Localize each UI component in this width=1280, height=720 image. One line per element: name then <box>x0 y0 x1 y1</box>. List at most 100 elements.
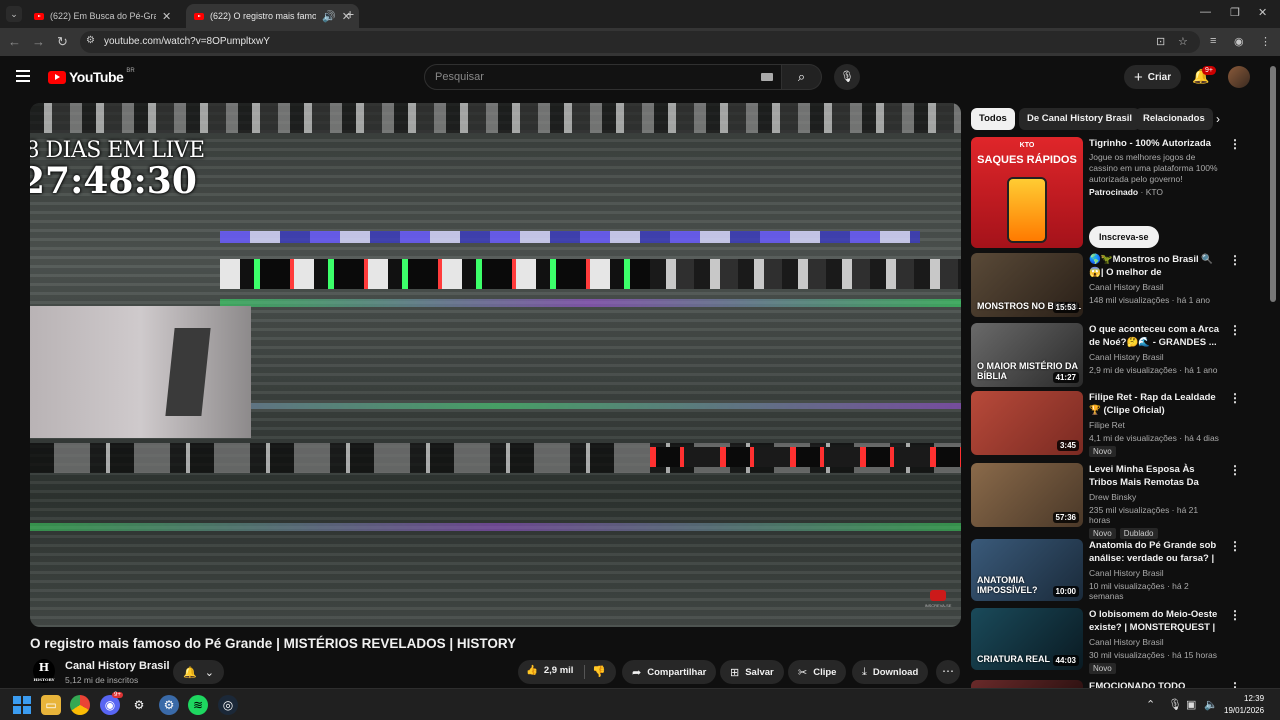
tray-chevron-icon[interactable]: ⌃ <box>1146 698 1155 711</box>
notification-count-badge: 9+ <box>1202 66 1216 75</box>
recommendation-item[interactable]: ANATOMIA IMPOSSÍVEL? 10:00 Anatomia do Pé … <box>971 539 1241 601</box>
like-button[interactable]: 👍 2,9 mil <box>526 665 573 676</box>
more-vertical-icon[interactable]: ⋮ <box>1229 463 1241 477</box>
channel-avatar[interactable]: H HISTORY <box>33 659 55 683</box>
install-app-icon[interactable]: ⊡ <box>1156 35 1165 48</box>
account-avatar[interactable] <box>1228 66 1250 88</box>
address-bar[interactable]: ⚙ youtube.com/watch?v=8OPumpltxwY ⊡ ☆ <box>80 31 1200 53</box>
recommendation-item[interactable]: O MAIOR MISTÉRIO DA BÍBLIA 41:27 O que aco… <box>971 323 1241 387</box>
clip-button[interactable]: ✂ Clipe <box>788 660 847 684</box>
recommendation-title[interactable]: O que aconteceu com a Arca de Noé?🤔🌊 - G… <box>1089 323 1221 349</box>
channel-name[interactable]: Canal History Brasil <box>65 660 170 672</box>
spotify-icon[interactable]: ≋ <box>188 695 208 715</box>
sponsored-ad[interactable]: KTO SAQUES RÁPIDOS Tigrinho - 100% Autor… <box>971 137 1241 249</box>
dislike-button[interactable]: 👎 <box>592 665 606 678</box>
save-button[interactable]: ⊞ Salvar <box>720 660 784 684</box>
more-vertical-icon[interactable]: ⋮ <box>1229 323 1241 337</box>
recommendation-channel[interactable]: Filipe Ret <box>1089 420 1221 430</box>
video-thumbnail[interactable]: ANATOMIA IMPOSSÍVEL? 10:00 <box>971 539 1083 601</box>
search-button[interactable]: ⌕ <box>782 64 822 90</box>
video-thumbnail[interactable]: MONSTROS NO BRASIL 15:53 <box>971 253 1083 317</box>
browser-menu-icon[interactable]: ⋮ <box>1260 35 1271 48</box>
recommendation-title[interactable]: Anatomia do Pé Grande sob análise: verda… <box>1089 539 1221 565</box>
recommendation-title[interactable]: Levei Minha Esposa Às Tribos Mais Remota… <box>1089 463 1221 489</box>
more-actions-button[interactable]: ⋯ <box>936 660 960 684</box>
windows-start-icon[interactable] <box>12 695 32 715</box>
more-vertical-icon[interactable]: ⋮ <box>1229 391 1241 405</box>
share-button[interactable]: ➦ Compartilhar <box>622 660 717 684</box>
steam-icon[interactable]: ◎ <box>218 695 238 715</box>
tab-search-dropdown-icon[interactable]: ⌄ <box>6 6 22 22</box>
youtube-logo[interactable]: YouTube BR <box>48 68 135 85</box>
video-player[interactable]: 18 DIAS EM LIVE 27:48:30 INSCREVA-SE <box>30 103 961 627</box>
video-thumbnail[interactable]: CRIATURA REAL 44:03 <box>971 608 1083 670</box>
subscription-bell-button[interactable]: 🔔 ⌄ <box>173 660 224 684</box>
chip-todos[interactable]: Todos <box>971 108 1015 130</box>
video-thumbnail[interactable]: 57:36 <box>971 463 1083 527</box>
create-button[interactable]: + Criar <box>1124 65 1182 89</box>
recommendation-item[interactable]: 3:45 Filipe Ret - Rap da Lealdade 🏆 (Clip… <box>971 391 1241 457</box>
browser-tab[interactable]: (622) Em Busca do Pé-Grande · ✕ <box>26 4 179 28</box>
recommendation-channel[interactable]: Canal History Brasil <box>1089 568 1221 578</box>
ad-thumbnail[interactable]: KTO SAQUES RÁPIDOS <box>971 137 1083 248</box>
close-window-icon[interactable]: ✕ <box>1258 6 1267 19</box>
video-thumbnail[interactable]: 3:45 <box>971 391 1083 455</box>
recommendation-title[interactable]: Filipe Ret - Rap da Lealdade 🏆 (Clipe Of… <box>1089 391 1221 417</box>
more-vertical-icon[interactable]: ⋮ <box>1229 137 1241 151</box>
recommendation-channel[interactable]: Canal History Brasil <box>1089 352 1221 362</box>
download-button[interactable]: ⤓ Download <box>852 660 929 684</box>
chip-related[interactable]: Relacionados <box>1135 108 1213 130</box>
file-explorer-icon[interactable]: ▭ <box>41 695 61 715</box>
system-clock[interactable]: 12:39 19/01/2026 <box>1224 693 1264 717</box>
discord-icon[interactable]: ◉ <box>100 695 120 715</box>
ad-subscribe-button[interactable]: Inscreva-se <box>1089 226 1159 248</box>
recommendation-channel[interactable]: Canal History Brasil <box>1089 637 1221 647</box>
forward-icon[interactable]: → <box>32 34 45 49</box>
reload-icon[interactable]: ↻ <box>57 34 68 50</box>
volume-icon[interactable]: 🔈 <box>1204 698 1218 711</box>
microphone-tray-icon[interactable]: 🎙 <box>1168 698 1182 711</box>
bookmark-star-icon[interactable]: ☆ <box>1178 35 1188 48</box>
new-tab-button[interactable]: + <box>346 6 354 22</box>
subscribe-watermark[interactable]: INSCREVA-SE <box>922 590 954 614</box>
close-tab-icon[interactable]: ✕ <box>162 10 171 23</box>
share-icon: ➦ <box>632 666 642 679</box>
audio-playing-icon[interactable]: 🔊 <box>322 10 336 23</box>
glitch-band <box>650 447 961 467</box>
back-icon[interactable]: ← <box>8 34 21 49</box>
voice-search-button[interactable]: 🎙 <box>834 64 860 90</box>
recommendation-channel[interactable]: Drew Binsky <box>1089 492 1221 502</box>
restore-icon[interactable]: ❐ <box>1230 6 1240 19</box>
recommendation-item[interactable]: MONSTROS NO BRASIL 15:53 🌎🦖Monstros no Bra… <box>971 253 1241 317</box>
search-input[interactable]: Pesquisar <box>424 64 782 90</box>
app-icon[interactable]: ⚙ <box>129 695 149 715</box>
more-vertical-icon[interactable]: ⋮ <box>1229 539 1241 553</box>
chevron-down-icon: ⌄ <box>204 666 214 679</box>
video-thumbnail[interactable]: O MAIOR MISTÉRIO DA BÍBLIA 41:27 <box>971 323 1083 387</box>
recommendation-stats: 30 mil visualizações · há 15 horas <box>1089 650 1218 660</box>
divider <box>584 665 585 679</box>
chip-channel[interactable]: De Canal History Brasil <box>1019 108 1141 130</box>
recommendation-title[interactable]: O lobisomem do Meio-Oeste existe? | MONS… <box>1089 608 1221 634</box>
keyboard-icon[interactable] <box>761 73 773 81</box>
media-control-icon[interactable]: ≡ <box>1210 35 1216 47</box>
profile-icon[interactable]: ◉ <box>1234 35 1244 48</box>
more-vertical-icon[interactable]: ⋮ <box>1229 253 1241 267</box>
page-scrollbar[interactable] <box>1270 66 1276 302</box>
menu-icon[interactable] <box>16 70 30 82</box>
scissors-icon: ✂ <box>798 666 808 679</box>
youtube-header: YouTube BR Pesquisar ⌕ 🎙 + Criar 🔔 9+ <box>0 56 1280 100</box>
chrome-icon[interactable] <box>70 695 90 715</box>
recommendation-channel[interactable]: Canal History Brasil <box>1089 282 1221 292</box>
recommendation-item[interactable]: CRIATURA REAL 44:03 O lobisomem do Meio-Oe… <box>971 608 1241 674</box>
minimize-icon[interactable]: — <box>1200 6 1211 18</box>
browser-tab-active[interactable]: (622) O registro mais famo 🔊 ✕ <box>186 4 359 28</box>
recommendation-item[interactable]: 57:36 Levei Minha Esposa Às Tribos Mais R… <box>971 463 1241 539</box>
settings-icon[interactable]: ⚙ <box>159 695 179 715</box>
recommendation-title[interactable]: 🌎🦖Monstros no Brasil 🔍😱| O melhor de INE… <box>1089 253 1221 279</box>
chevron-right-icon[interactable]: › <box>1216 112 1220 126</box>
youtube-play-icon <box>930 590 946 601</box>
more-vertical-icon[interactable]: ⋮ <box>1229 608 1241 622</box>
site-info-icon[interactable]: ⚙ <box>86 35 100 49</box>
network-icon[interactable]: ▣ <box>1186 698 1196 711</box>
